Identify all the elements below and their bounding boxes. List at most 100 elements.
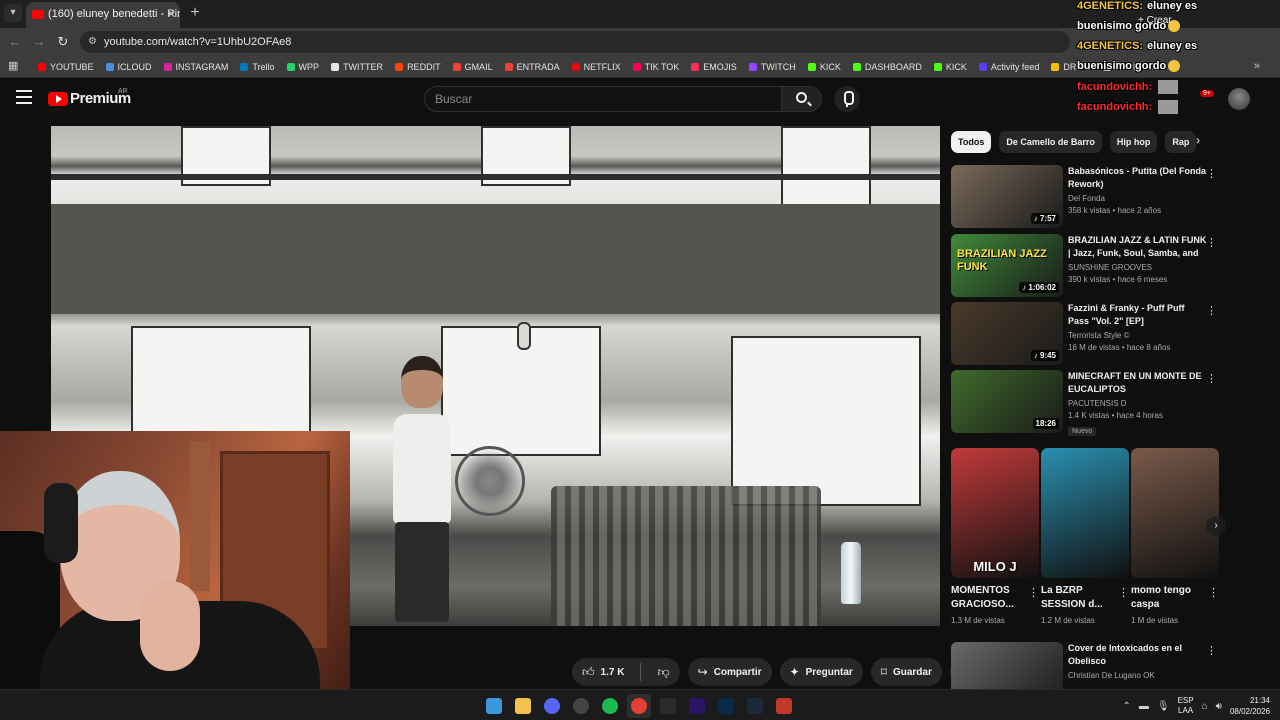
like-button[interactable]: 👍︎ 1.7 K [572,658,634,686]
photoshop-icon[interactable] [714,694,738,718]
language-indicator[interactable]: ESP LAA [1178,696,1194,716]
video-thumbnail[interactable]: 18:26 [951,370,1063,433]
obs-icon[interactable] [569,694,593,718]
bookmark-3[interactable]: Trello [240,62,275,72]
bookmark-7[interactable]: GMAIL [452,62,493,72]
premiere-icon[interactable] [685,694,709,718]
channel-name[interactable]: Terrorista Style © [1068,331,1208,340]
search-input[interactable]: Buscar [424,86,782,112]
dislike-button[interactable]: 👎︎ [647,658,679,686]
bookmark-4[interactable]: WPP [286,62,319,72]
video-thumbnail[interactable]: BRAZILIAN JAZZ FUNK ♪ 1:06:02 [951,234,1063,297]
tab-close-icon[interactable]: ✕ [166,2,176,26]
short-thumbnail[interactable] [1131,448,1219,578]
recommended-video[interactable]: BRAZILIAN JAZZ FUNK ♪ 1:06:02 BRAZILIAN JA… [951,234,1221,298]
kebab-menu-icon[interactable]: ⋮ [1206,644,1217,657]
video-title[interactable]: Babasónicos - Putita (Del Fonda Rework) [1068,165,1208,191]
video-thumbnail[interactable]: ♪ 9:45 [951,302,1063,365]
chevron-right-icon[interactable]: › [1196,133,1200,147]
bookmark-0[interactable]: YOUTUBE [38,62,94,72]
short-thumbnail[interactable] [1041,448,1129,578]
flag-icon[interactable]: ▬ [1139,701,1149,712]
discord-icon[interactable] [540,694,564,718]
short-title[interactable]: La BZRP SESSION d... [1041,584,1115,612]
menu-icon[interactable] [16,90,32,104]
clock[interactable]: 21:34 08/02/2026 [1230,695,1270,717]
bookmark-8[interactable]: ENTRADA [504,62,560,72]
kebab-menu-icon[interactable]: ⋮ [1118,586,1129,599]
bookmark-12[interactable]: TWITCH [748,62,796,72]
windows-start-icon[interactable] [482,694,506,718]
bookmark-9[interactable]: NETFLIX [571,62,621,72]
microphone-icon[interactable]: 🎙︎ [1157,701,1170,712]
recommended-video[interactable]: 18:26 MINECRAFT EN UN MONTE DE EUCALIPTOS… [951,370,1221,436]
network-icon[interactable]: ⌂ [1202,701,1208,712]
chip-3[interactable]: Rap [1165,131,1197,153]
bookmark-10[interactable]: TIK TOK [632,62,680,72]
kebab-menu-icon[interactable]: ⋮ [1206,304,1217,317]
bookmark-15[interactable]: KICK [933,62,967,72]
channel-name[interactable]: Christian De Lugano OK [1068,671,1208,680]
kebab-menu-icon[interactable]: ⋮ [1206,372,1217,385]
site-info-icon[interactable]: ⚙ [88,31,97,53]
bookmark-5[interactable]: TWITTER [331,62,383,72]
browser-tab[interactable]: (160) eluney benedetti - Pimpin ✕ [26,2,180,28]
steam-icon[interactable] [743,694,767,718]
recommended-video[interactable]: ♪ 7:57 Babasónicos - Putita (Del Fonda Re… [951,165,1221,229]
bookmark-11[interactable]: EMOJIS [691,62,737,72]
channel-name[interactable]: SUNSHINE GROOVES [1068,263,1208,272]
address-bar[interactable]: ⚙ youtube.com/watch?v=1UhbU2OFAe8 [80,31,1070,53]
bookmark-label: TIK TOK [644,62,680,72]
channel-name[interactable]: PACUTENSIS D [1068,399,1208,408]
channel-name[interactable]: Del Fonda [1068,194,1208,203]
video-thumbnail[interactable]: ♪ 7:57 [951,165,1063,228]
kebab-menu-icon[interactable]: ⋮ [1028,586,1039,599]
video-title[interactable]: Fazzini & Franky - Puff Puff Pass "Vol. … [1068,302,1208,328]
search-button[interactable] [782,86,822,112]
create-button[interactable]: + Crear [1130,8,1180,34]
epic-icon[interactable] [656,694,680,718]
ask-button[interactable]: ✦ Preguntar [779,658,863,686]
recommended-video[interactable]: ♪ 9:45 Fazzini & Franky - Puff Puff Pass … [951,302,1221,366]
bookmark-1[interactable]: ICLOUD [105,62,152,72]
reload-icon[interactable]: ↻ [54,33,72,51]
save-button[interactable]: ⌑ Guardar [870,658,942,686]
new-tab-button[interactable]: + [186,2,204,24]
back-arrow-icon[interactable]: ← [6,33,24,51]
bookmark-2[interactable]: INSTAGRAM [163,62,228,72]
bookmark-6[interactable]: REDDIT [395,62,441,72]
kebab-menu-icon[interactable]: ⋮ [1206,167,1217,180]
share-button[interactable]: ↪ Compartir [687,658,772,686]
tray-overflow-icon[interactable]: ⌃ [1122,701,1130,712]
short-title[interactable]: momo tengo caspa [1131,584,1205,612]
short-thumbnail[interactable]: MILO J [951,448,1039,578]
kebab-menu-icon[interactable]: ⋮ [1206,236,1217,249]
short-card[interactable]: momo tengo caspa 1 M de vistas ⋮ [1131,448,1219,628]
bookmark-13[interactable]: KICK [807,62,841,72]
tab-search-icon[interactable]: ▾ [4,4,22,22]
video-title[interactable]: BRAZILIAN JAZZ & LATIN FUNK | Jazz, Funk… [1068,234,1208,260]
voicemeeter-icon[interactable] [772,694,796,718]
shorts-next-icon[interactable]: › [1206,516,1226,536]
chrome-icon[interactable] [627,694,651,718]
kebab-menu-icon[interactable]: ⋮ [1208,586,1219,599]
chip-0[interactable]: Todos [951,131,992,153]
spotify-icon[interactable] [598,694,622,718]
short-title[interactable]: MOMENTOS GRACIOSO... [951,584,1025,612]
apps-grid-icon[interactable]: ▦ [8,60,20,72]
bookmark-16[interactable]: Activity feed [978,62,1039,72]
bookmark-favicon-icon [691,63,700,71]
video-title[interactable]: Cover de Intoxicados en el Obelisco [1068,642,1208,668]
file-explorer-icon[interactable] [511,694,535,718]
forward-arrow-icon[interactable]: → [30,33,48,51]
bookmark-14[interactable]: DASHBOARD [852,62,922,72]
short-card[interactable]: MILO J MOMENTOS GRACIOSO... 1.3 M de vista… [951,448,1039,628]
video-title[interactable]: MINECRAFT EN UN MONTE DE EUCALIPTOS [1068,370,1208,396]
short-card[interactable]: La BZRP SESSION d... 1.2 M de vistas ⋮ [1041,448,1129,628]
chip-2[interactable]: Hip hop [1109,131,1158,153]
chat-text: eluney es [1147,40,1198,52]
voice-search-button[interactable] [834,86,860,112]
chip-1[interactable]: De Camello de Barro [999,131,1102,153]
youtube-logo-icon[interactable] [48,92,68,106]
volume-icon[interactable]: 🔊︎ [1216,701,1222,712]
